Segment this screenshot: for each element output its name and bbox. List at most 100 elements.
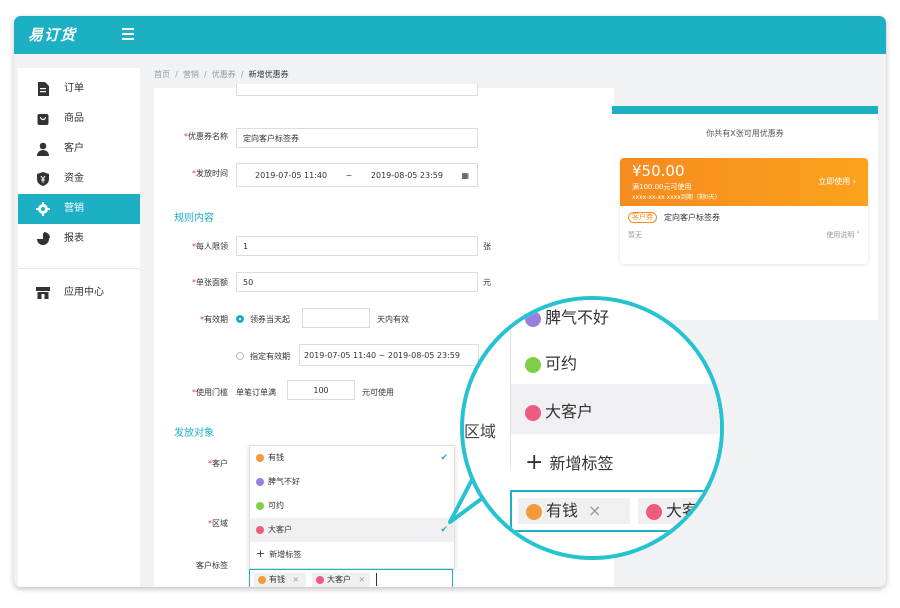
coupon-amount: ¥50.00	[632, 162, 685, 180]
calendar-icon: ▦	[461, 171, 469, 180]
plus-icon: +	[256, 547, 266, 560]
app-logo[interactable]: 易订货	[28, 24, 76, 45]
magnified-option: 可约	[519, 350, 577, 374]
face-value-label: *单张面额	[192, 278, 228, 287]
coupon-name-label: *优惠券名称	[184, 132, 228, 141]
sidebar-item-label: 商品	[64, 113, 84, 124]
magnified-option-highlight: 大客户	[511, 384, 720, 434]
coupon-condition: 满100.00元可使用	[632, 183, 692, 191]
use-now-link[interactable]: 立即使用 ›	[818, 176, 856, 187]
sidebar-item-orders[interactable]: 订单	[18, 74, 140, 104]
sidebar-item-label: 报表	[64, 233, 84, 244]
sidebar-item-funds[interactable]: 资金	[18, 164, 140, 194]
magnified-tag: 大客户	[638, 498, 720, 524]
magnified-add-tag: + 新增标签	[525, 450, 614, 475]
breadcrumb-home[interactable]: 首页	[154, 70, 170, 79]
top-bar: 易订货	[14, 16, 886, 54]
validity-fixed-radio[interactable]	[236, 352, 244, 360]
gear-icon	[36, 202, 50, 216]
coupon-name: 定向客户标签券	[664, 213, 720, 222]
per-person-input[interactable]: 1	[236, 236, 478, 256]
validity-range-input[interactable]: 2019-07-05 11:40 ~ 2019-08-05 23:59	[299, 344, 479, 366]
check-icon: ✔	[440, 453, 448, 463]
add-tag-option[interactable]: + 新增标签	[250, 542, 454, 566]
dropdown-option[interactable]: 脾气不好	[250, 470, 454, 494]
per-person-label: *每人限领	[192, 242, 228, 251]
bag-icon	[36, 112, 50, 126]
magnified-option: 脾气不好	[519, 304, 609, 328]
tag-color-dot	[256, 453, 264, 462]
document-icon	[36, 82, 50, 96]
rules-section-title: 规则内容	[174, 213, 214, 224]
tag-color-dot	[256, 477, 264, 486]
validity-label: *有效期	[200, 315, 228, 324]
validity-fixed-label: 指定有效期	[250, 352, 290, 361]
coupon-card: ¥50.00 满100.00元可使用 xxxx-xx-xx xxxx到期（剩0天…	[620, 158, 868, 264]
coupon-expiry: xxxx-xx-xx xxxx到期（剩0天）	[632, 194, 721, 201]
breadcrumb: 首页 / 营销 / 优惠券 / 新增优惠券	[154, 70, 289, 79]
magnified-tag: 有钱 ×	[518, 498, 630, 524]
remove-tag-icon[interactable]: ×	[293, 575, 300, 584]
sidebar-item-app-center[interactable]: 应用中心	[18, 278, 140, 308]
validity-days-input[interactable]	[302, 308, 370, 328]
face-value-unit: 元	[483, 278, 491, 287]
sidebar-item-label: 营销	[64, 203, 84, 214]
sidebar-divider	[18, 268, 140, 269]
sidebar-item-label: 客户	[64, 143, 84, 154]
usage-desc-toggle[interactable]: 使用说明 ˄	[826, 230, 860, 240]
check-icon: ✔	[440, 525, 448, 535]
plus-icon: +	[525, 450, 544, 475]
sidebar-item-products[interactable]: 商品	[18, 104, 140, 134]
threshold-suffix: 元可使用	[362, 388, 394, 397]
breadcrumb-coupons[interactable]: 优惠券	[212, 70, 236, 79]
coupon-preview-panel: 你共有X张可用优惠券 ¥50.00 满100.00元可使用 xxxx-xx-xx…	[612, 106, 878, 320]
selected-tag: 有钱 ×	[254, 573, 306, 587]
threshold-label: *使用门槛	[192, 388, 228, 397]
preview-accent-bar	[612, 106, 878, 114]
remove-tag-icon[interactable]: ×	[359, 575, 366, 584]
coupon-badge: 客户券	[628, 212, 657, 223]
tag-color-dot	[256, 501, 264, 510]
dropdown-option[interactable]: 有钱 ✔	[250, 446, 454, 470]
dropdown-option[interactable]: 可约	[250, 494, 454, 518]
coupon-type-field[interactable]	[236, 84, 478, 96]
sidebar-item-reports[interactable]: 报表	[18, 224, 140, 254]
customer-tags-input[interactable]: 有钱 × 大客户 ×	[249, 569, 453, 587]
menu-toggle-icon[interactable]	[122, 28, 134, 43]
sidebar-item-label: 应用中心	[64, 287, 104, 298]
text-cursor	[376, 573, 377, 586]
tags-label: 客户标签	[196, 561, 228, 570]
per-person-unit: 张	[483, 242, 491, 251]
issue-time-label: *发放时间	[192, 169, 228, 178]
sidebar: 订单 商品 客户 资金 营销 报表 应用中心	[18, 68, 140, 587]
shield-yen-icon	[36, 172, 50, 186]
user-icon	[36, 142, 50, 156]
selected-tag: 大客户 ×	[312, 573, 370, 587]
sidebar-item-label: 资金	[64, 173, 84, 184]
customer-label: *客户	[208, 459, 228, 468]
preview-header: 你共有X张可用优惠券	[706, 129, 784, 138]
magnified-dropdown: 脾气不好 可约 大客户 + 新增标签	[510, 300, 720, 475]
breadcrumb-marketing[interactable]: 营销	[183, 70, 199, 79]
target-section-title: 发放对象	[174, 428, 214, 439]
breadcrumb-current: 新增优惠券	[248, 70, 289, 79]
validity-days-suffix: 天内有效	[377, 315, 409, 324]
face-value-input[interactable]: 50	[236, 272, 478, 292]
tag-dropdown: 有钱 ✔ 脾气不好 可约 大客户 ✔ + 新增标签	[249, 445, 455, 569]
pie-chart-icon	[36, 232, 50, 246]
threshold-prefix: 单笔订单满	[236, 388, 276, 397]
validity-relative-radio[interactable]	[236, 315, 244, 323]
issue-end: 2019-08-05 23:59	[370, 171, 443, 180]
magnifier-callout: 脾气不好 可约 大客户 + 新增标签 区域 有钱 × 大客户	[460, 296, 724, 560]
coupon-name-input[interactable]: 定向客户标签券	[236, 128, 478, 148]
sidebar-item-customers[interactable]: 客户	[18, 134, 140, 164]
threshold-input[interactable]: 100	[287, 380, 355, 400]
sidebar-item-label: 订单	[64, 83, 84, 94]
sidebar-item-marketing[interactable]: 营销	[18, 194, 140, 224]
store-icon	[36, 286, 50, 300]
dropdown-option[interactable]: 大客户 ✔	[250, 518, 454, 542]
issue-time-range[interactable]: 2019-07-05 11:40 ~ 2019-08-05 23:59 ▦	[236, 163, 478, 187]
coupon-card-header: ¥50.00 满100.00元可使用 xxxx-xx-xx xxxx到期（剩0天…	[620, 158, 868, 206]
coupon-desc: 暂无	[628, 231, 642, 239]
magnified-region-text: 区域	[464, 422, 497, 441]
